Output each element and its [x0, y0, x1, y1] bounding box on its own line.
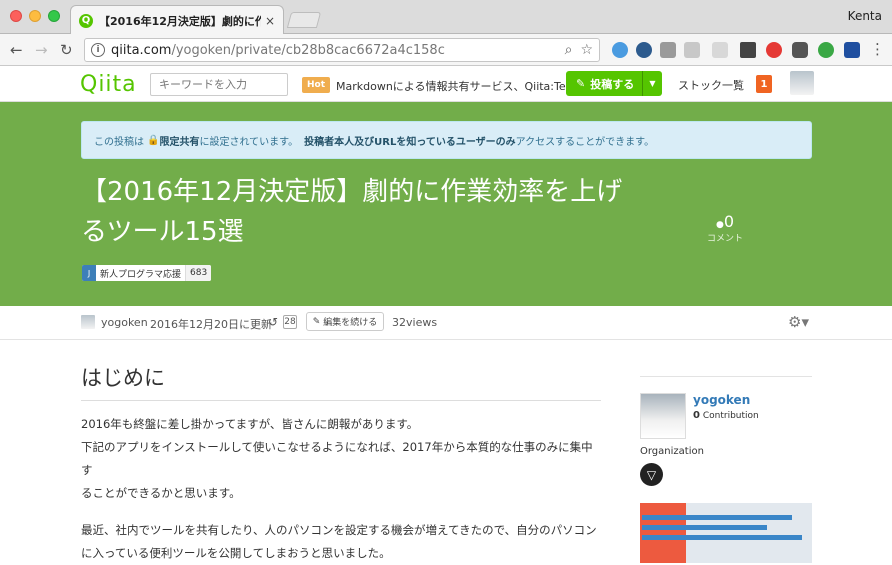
comment-count[interactable]: ●0 コメント — [700, 212, 750, 244]
paragraph: 2016年も終盤に差し掛かってますが、皆さんに朗報があります。 下記のアプリをイ… — [81, 417, 593, 500]
tag-icon: J — [82, 265, 96, 281]
comment-bubble-icon: ● — [715, 220, 724, 230]
lock-icon: 🔒 — [147, 134, 160, 146]
address-bar[interactable]: i qiita.com /yogoken/private/cb28b8cac66… — [84, 38, 600, 62]
author-sidebar: yogoken 0 Contribution Organization ▽ — [640, 376, 812, 563]
site-header: Qiita Hot Markdownによる情報共有サービス、Qiita:Team… — [0, 67, 892, 102]
organization-logo-icon[interactable]: ▽ — [640, 463, 663, 486]
section-heading: はじめに — [81, 362, 601, 401]
zoom-window-button[interactable] — [48, 10, 60, 22]
post-button-label: 投稿する — [590, 77, 635, 91]
continue-editing-button[interactable]: ✎ 編集を続ける — [306, 312, 384, 331]
private-share-notice: この投稿は 🔒 限定共有 に設定されています。 投稿者本人及びURLを知っている… — [81, 121, 812, 159]
extension-9-icon[interactable] — [818, 42, 834, 58]
browser-tab-strip: Q 【2016年12月決定版】劇的に作業 × Kenta — [0, 0, 892, 35]
extension-8-icon[interactable] — [792, 42, 808, 58]
record-extension-icon[interactable] — [766, 42, 782, 58]
camera-extension-icon[interactable] — [660, 42, 676, 58]
user-avatar[interactable] — [790, 71, 814, 95]
sidebar-banner[interactable] — [640, 503, 812, 563]
zoom-search-icon[interactable]: ⌕ — [565, 42, 573, 58]
forward-arrow-icon[interactable]: → — [35, 41, 48, 59]
extension-1-icon[interactable] — [612, 42, 628, 58]
updated-date: 2016年12月20日に更新 — [150, 318, 272, 331]
article-body: はじめに 2016年も終盤に差し掛かってますが、皆さんに朗報があります。 下記の… — [81, 340, 601, 565]
stock-list-link[interactable]: ストック一覧 — [678, 77, 744, 93]
browser-tab[interactable]: Q 【2016年12月決定版】劇的に作業 × — [70, 5, 284, 35]
banner-bar — [642, 515, 792, 520]
tab-close-icon[interactable]: × — [265, 14, 275, 28]
extension-5-icon[interactable] — [712, 42, 728, 58]
browser-toolbar: ← → ↻ i qiita.com /yogoken/private/cb28b… — [0, 34, 892, 66]
edit-pen-icon: ✎ — [576, 77, 586, 90]
bookmark-star-icon[interactable]: ☆ — [580, 42, 593, 58]
new-tab-button[interactable] — [286, 12, 322, 28]
banner-bar — [642, 535, 802, 540]
banner-accent — [640, 503, 686, 563]
edit-pencil-icon: ✎ — [312, 316, 321, 327]
article-tag[interactable]: J 新人プログラマ応援 683 — [82, 265, 212, 281]
tag-name: 新人プログラマ応援 — [100, 269, 182, 280]
article-title: 【2016年12月決定版】劇的に作業効率を上げるツール15選 — [81, 177, 623, 247]
revision-history-icon[interactable]: ↺ — [268, 315, 278, 329]
author-avatar[interactable] — [81, 315, 95, 329]
extension-10-icon[interactable] — [844, 42, 860, 58]
hot-badge: Hot — [302, 77, 330, 93]
post-button[interactable]: ✎ 投稿する ▼ — [566, 71, 662, 96]
site-info-icon[interactable]: i — [91, 43, 105, 57]
notification-badge[interactable]: 1 — [756, 75, 772, 93]
url-path: /yogoken/private/cb28b8cac6672a4c158c — [171, 42, 445, 58]
sidebar-username[interactable]: yogoken — [693, 393, 750, 407]
contribution-count: 0 Contribution — [693, 410, 759, 421]
paragraph: 最近、社内でツールを共有したり、人のパソコンを設定する機会が増えてきたので、自分… — [81, 523, 597, 560]
back-arrow-icon[interactable]: ← — [10, 41, 23, 59]
reload-icon[interactable]: ↻ — [60, 41, 73, 59]
chrome-menu-icon[interactable]: ⋮ — [870, 40, 885, 58]
post-dropdown-caret-icon[interactable]: ▼ — [642, 71, 662, 96]
qiita-favicon-icon: Q — [79, 13, 93, 28]
author-profile-photo[interactable] — [640, 393, 686, 439]
extension-2-icon[interactable] — [636, 42, 652, 58]
tag-count: 683 — [185, 265, 212, 281]
article-hero: この投稿は 🔒 限定共有 に設定されています。 投稿者本人及びURLを知っている… — [0, 102, 892, 306]
settings-gear-icon[interactable]: ⚙▾ — [788, 313, 809, 331]
extension-4-icon[interactable] — [684, 42, 700, 58]
organization-label: Organization — [640, 446, 704, 457]
article-meta-bar: yogoken 2016年12月20日に更新 ↺ 28 ✎ 編集を続ける 32v… — [0, 306, 892, 340]
tab-title: 【2016年12月決定版】劇的に作業 — [99, 14, 261, 28]
minimize-window-button[interactable] — [29, 10, 41, 22]
author-link[interactable]: yogoken — [101, 316, 148, 329]
close-window-button[interactable] — [10, 10, 22, 22]
qiita-logo[interactable]: Qiita — [80, 72, 137, 97]
hot-promo-link[interactable]: Markdownによる情報共有サービス、Qiita:Team — [336, 78, 583, 94]
banner-bar — [642, 525, 767, 530]
pen-extension-icon[interactable] — [740, 42, 756, 58]
search-input[interactable] — [150, 73, 288, 96]
url-host: qiita.com — [111, 42, 172, 58]
revision-count[interactable]: 28 — [283, 315, 297, 329]
view-count: 32views — [392, 316, 438, 329]
browser-profile-name[interactable]: Kenta — [848, 9, 882, 23]
